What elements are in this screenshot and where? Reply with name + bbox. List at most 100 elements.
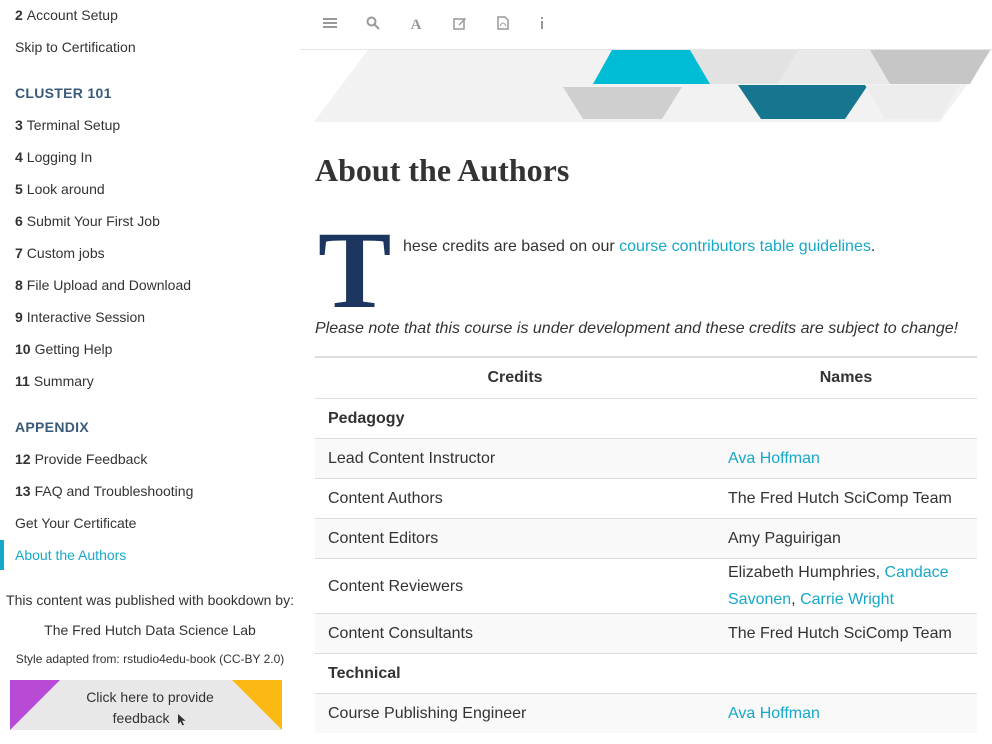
- dropcap-letter: T: [318, 209, 392, 331]
- guidelines-link[interactable]: course contributors table guidelines: [619, 238, 871, 255]
- sidebar-item-label: Getting Help: [34, 341, 113, 357]
- credit-names: Ava Hoffman: [715, 438, 977, 479]
- section-label: Pedagogy: [315, 398, 715, 439]
- chapter-number: 6: [15, 213, 23, 229]
- feedback-yellow-corner: [232, 680, 282, 730]
- page-title: About the Authors: [315, 152, 570, 188]
- table-row: Course Publishing Engineer Ava Hoffman: [315, 693, 977, 733]
- cursor-icon: [178, 713, 186, 726]
- sidebar-item-label: Account Setup: [26, 7, 118, 23]
- style-credit[interactable]: Style adapted from: rstudio4edu-book (CC…: [0, 652, 300, 666]
- name-text: Elizabeth Humphries,: [728, 564, 885, 581]
- credit-role: Content Reviewers: [315, 558, 715, 614]
- header-banner: [300, 50, 992, 122]
- person-link[interactable]: Ava Hoffman: [728, 450, 820, 467]
- table-row: Content Reviewers Elizabeth Humphries, Ca…: [315, 558, 977, 614]
- sidebar-item-label: Look around: [26, 181, 105, 197]
- table-section-row: Technical: [315, 653, 977, 694]
- sidebar-item-provide-feedback[interactable]: 12 Provide Feedback: [15, 450, 147, 468]
- chapter-number: 2: [15, 7, 23, 23]
- credit-names: Amy Paguirigan: [715, 518, 977, 559]
- column-header-names: Names: [715, 356, 977, 399]
- menu-icon[interactable]: [321, 16, 339, 34]
- sidebar-section-appendix: APPENDIX: [15, 419, 89, 435]
- font-icon[interactable]: A: [407, 16, 425, 34]
- sidebar-item-skip-to-certification[interactable]: Skip to Certification: [15, 38, 136, 56]
- intro-text: hese credits are based on our: [403, 238, 620, 255]
- person-link[interactable]: Carrie Wright: [800, 591, 894, 608]
- chapter-number: 9: [15, 309, 23, 325]
- section-label: Technical: [315, 653, 715, 694]
- chapter-number: 10: [15, 341, 31, 357]
- sidebar: 2 Account Setup Skip to Certification CLU…: [0, 0, 300, 744]
- chapter-number: 3: [15, 117, 23, 133]
- sidebar-item-label: Provide Feedback: [34, 451, 148, 467]
- chapter-number: 7: [15, 245, 23, 261]
- sidebar-item-about-authors[interactable]: About the Authors: [15, 546, 126, 564]
- sidebar-item-submit-first-job[interactable]: 6 Submit Your First Job: [15, 212, 160, 230]
- table-row: Lead Content Instructor Ava Hoffman: [315, 438, 977, 479]
- sidebar-item-summary[interactable]: 11 Summary: [15, 372, 94, 390]
- sidebar-item-get-certificate[interactable]: Get Your Certificate: [15, 514, 136, 532]
- credit-role: Content Authors: [315, 478, 715, 519]
- chapter-number: 11: [15, 373, 30, 389]
- sidebar-item-file-upload[interactable]: 8 File Upload and Download: [15, 276, 191, 294]
- sidebar-item-label: Interactive Session: [26, 309, 146, 325]
- sidebar-item-label: Skip to Certification: [15, 39, 136, 55]
- credit-names: [715, 653, 977, 694]
- credit-role: Lead Content Instructor: [315, 438, 715, 479]
- name-text: Amy Paguirigan: [728, 530, 841, 547]
- name-text: ,: [791, 591, 801, 608]
- credit-names: Ava Hoffman: [715, 693, 977, 733]
- edit-icon[interactable]: [451, 16, 469, 34]
- sidebar-item-interactive-session[interactable]: 9 Interactive Session: [15, 308, 145, 326]
- sidebar-item-custom-jobs[interactable]: 7 Custom jobs: [15, 244, 105, 262]
- feedback-label: Click here to provide feedback: [86, 689, 214, 726]
- toolbar: A: [300, 0, 992, 50]
- sidebar-item-getting-help[interactable]: 10 Getting Help: [15, 340, 112, 358]
- published-by-text: This content was published with bookdown…: [6, 592, 294, 608]
- publisher-link[interactable]: The Fred Hutch Data Science Lab: [0, 622, 300, 638]
- sidebar-item-label: FAQ and Troubleshooting: [34, 483, 194, 499]
- sidebar-item-label: File Upload and Download: [26, 277, 192, 293]
- credit-names: Elizabeth Humphries, Candace Savonen, Ca…: [715, 558, 977, 614]
- info-icon[interactable]: [533, 16, 551, 34]
- table-row: Content Consultants The Fred Hutch SciCom…: [315, 613, 977, 654]
- credit-names: The Fred Hutch SciComp Team: [715, 613, 977, 654]
- sidebar-item-label: About the Authors: [15, 547, 127, 563]
- sidebar-item-account-setup[interactable]: 2 Account Setup: [15, 6, 118, 24]
- chapter-number: 5: [15, 181, 23, 197]
- credit-names: The Fred Hutch SciComp Team: [715, 478, 977, 519]
- table-section-row: Pedagogy: [315, 398, 977, 439]
- name-text: The Fred Hutch SciComp Team: [728, 490, 952, 507]
- search-icon[interactable]: [364, 16, 382, 34]
- intro-paragraph: hese credits are based on our course con…: [403, 237, 875, 257]
- sidebar-item-label: Get Your Certificate: [15, 515, 137, 531]
- sidebar-item-look-around[interactable]: 5 Look around: [15, 180, 105, 198]
- sidebar-item-logging-in[interactable]: 4 Logging In: [15, 148, 92, 166]
- development-note: Please note that this course is under de…: [315, 320, 959, 337]
- table-row: Content Authors The Fred Hutch SciComp Te…: [315, 478, 977, 519]
- credits-table: Credits Names Pedagogy Lead Content Instr…: [315, 356, 977, 733]
- feedback-button[interactable]: Click here to provide feedback: [10, 680, 282, 730]
- chapter-number: 8: [15, 277, 23, 293]
- sidebar-item-terminal-setup[interactable]: 3 Terminal Setup: [15, 116, 120, 134]
- credits-table-body: Pedagogy Lead Content Instructor Ava Hoffm…: [315, 398, 977, 733]
- sidebar-item-label: Submit Your First Job: [26, 213, 160, 229]
- credit-role: Content Editors: [315, 518, 715, 559]
- sidebar-item-faq[interactable]: 13 FAQ and Troubleshooting: [15, 482, 193, 500]
- feedback-purple-corner: [10, 680, 60, 730]
- credit-role: Content Consultants: [315, 613, 715, 654]
- sidebar-item-label: Logging In: [26, 149, 93, 165]
- person-link[interactable]: Ava Hoffman: [728, 705, 820, 722]
- chapter-number: 13: [15, 483, 31, 499]
- chapter-number: 12: [15, 451, 31, 467]
- credit-role: Course Publishing Engineer: [315, 693, 715, 733]
- pdf-icon[interactable]: [494, 16, 512, 34]
- sidebar-item-label: Terminal Setup: [26, 117, 121, 133]
- sidebar-item-label: Custom jobs: [26, 245, 105, 261]
- column-header-credits: Credits: [315, 356, 715, 399]
- name-text: The Fred Hutch SciComp Team: [728, 625, 952, 642]
- credit-names: [715, 398, 977, 439]
- sidebar-section-cluster: CLUSTER 101: [15, 85, 112, 101]
